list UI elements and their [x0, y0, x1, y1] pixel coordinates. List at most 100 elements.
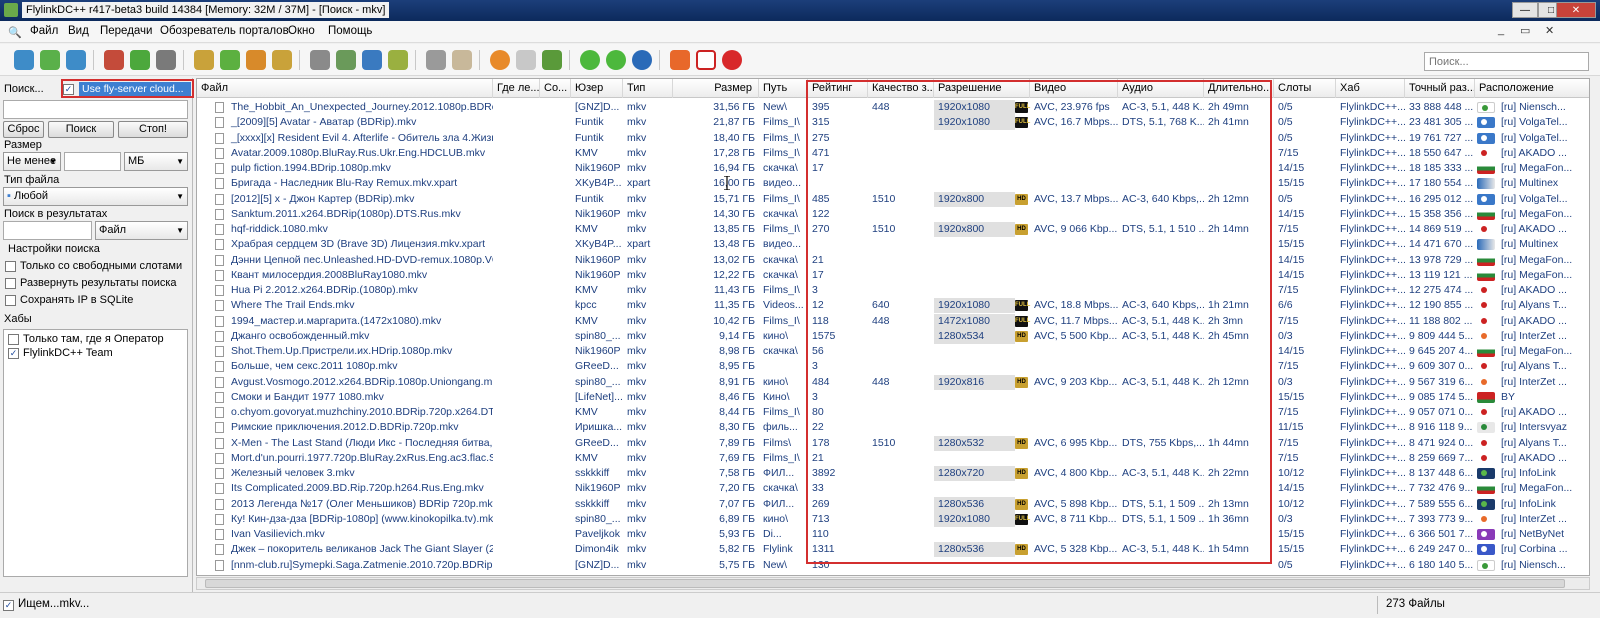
column-header[interactable]: Видео — [1030, 79, 1118, 98]
mdi-close-button[interactable]: ✕ — [1545, 24, 1554, 37]
menu-help[interactable]: Помощь — [328, 25, 372, 37]
status-checkbox[interactable]: ✓ — [3, 600, 14, 611]
table-row[interactable]: Квант милосердия.2008BluRay1080.mkv Nik19… — [197, 268, 1589, 283]
table-row[interactable]: 1994_мастер.и.маргарита.(1472x1080).mkv K… — [197, 313, 1589, 329]
magnet-icon[interactable] — [722, 50, 742, 70]
users-icon[interactable] — [130, 50, 150, 70]
table-row[interactable]: Ivan Vasilievich.mkv Paveljkok mkv 5,93 ГБ D… — [197, 527, 1589, 542]
favorites-icon[interactable] — [104, 50, 124, 70]
media-icon[interactable] — [490, 50, 510, 70]
cloud-option-label[interactable]: Use fly-server cloud... — [79, 82, 191, 96]
table-row[interactable]: Hua Pi 2.2012.x264.BDRip.(1080p).mkv KMV m… — [197, 283, 1589, 298]
operator-only-checkbox[interactable] — [8, 334, 19, 345]
global-search-input[interactable] — [1424, 52, 1589, 71]
mdi-minimize-button[interactable]: _ — [1498, 24, 1504, 36]
upload-queue-icon[interactable] — [272, 50, 292, 70]
stop-button[interactable]: Стоп! — [118, 121, 188, 138]
search-button[interactable]: Поиск — [48, 121, 114, 138]
connect-icon[interactable] — [14, 50, 34, 70]
filetype-select[interactable]: ▪ Любой ▼ — [3, 187, 188, 206]
table-row[interactable]: The_Hobbit_An_Unexpected_Journey.2012.10… — [197, 100, 1589, 115]
hammer-sickle-icon[interactable] — [696, 50, 716, 70]
table-row[interactable]: Avatar.2009.1080p.BluRay.Rus.Ukr.Eng.HDC… — [197, 146, 1589, 161]
menu-transfers[interactable]: Передачи — [100, 25, 152, 37]
horizontal-scrollbar[interactable] — [196, 577, 1590, 590]
cloud-checkbox[interactable]: ✓ — [63, 84, 74, 95]
column-header[interactable]: Длительно... — [1204, 79, 1274, 98]
table-row[interactable]: Where The Trail Ends.mkv kpcc mkv 11,35 ГБ V… — [197, 298, 1589, 314]
menu-window[interactable]: Окно — [288, 25, 315, 37]
table-row[interactable]: hqf-riddick.1080.mkv KMV mkv 13,85 ГБ Films_… — [197, 222, 1589, 237]
user-icon[interactable] — [542, 50, 562, 70]
table-row[interactable]: Avgust.Vosmogo.2012.x264.BDRip.1080p.Uni… — [197, 374, 1589, 390]
table-row[interactable]: [nnm-club.ru]Symepki.Saga.Zatmenie.2010.… — [197, 558, 1589, 573]
size-mode-select[interactable]: Не менее ▼ — [3, 152, 61, 171]
table-row[interactable]: 2013 Легенда №17 (Олег Меньшиков) BDRip … — [197, 496, 1589, 512]
refresh-icon[interactable] — [40, 50, 60, 70]
column-header[interactable]: Где ле... — [493, 79, 540, 98]
column-header[interactable]: Путь — [759, 79, 808, 98]
size-value-input[interactable] — [64, 152, 121, 171]
power-icon[interactable] — [580, 50, 600, 70]
search-query-input[interactable] — [3, 100, 188, 119]
table-row[interactable]: Храбрая сердцем 3D (Brave 3D) Лицензия.m… — [197, 237, 1589, 252]
column-header[interactable]: Тип — [623, 79, 673, 98]
expand-results-checkbox[interactable] — [5, 278, 16, 289]
column-header[interactable]: Хаб — [1336, 79, 1405, 98]
column-header[interactable]: Файл — [197, 79, 493, 98]
table-row[interactable]: Римские приключения.2012.D.BDRip.720p.mk… — [197, 420, 1589, 435]
column-header[interactable]: Расположение — [1475, 79, 1589, 98]
table-row[interactable]: Джек – покоритель великанов Jack The Gia… — [197, 542, 1589, 558]
minimize-button[interactable]: — — [1512, 2, 1538, 18]
table-row[interactable]: Больше, чем секс.2011 1080p.mkv GReeD... m… — [197, 359, 1589, 374]
column-header[interactable]: Разрешение — [934, 79, 1030, 98]
globe-icon[interactable] — [632, 50, 652, 70]
column-header[interactable]: Размер — [673, 79, 759, 98]
reset-button[interactable]: Сброс — [3, 121, 44, 138]
adl-search-icon[interactable] — [336, 50, 356, 70]
table-row[interactable]: pulp fiction.1994.BDrip.1080p.mkv Nik1960… — [197, 161, 1589, 176]
column-header[interactable]: Точный раз... — [1405, 79, 1475, 98]
filter-column-select[interactable]: Файл ▼ — [95, 221, 188, 240]
table-row[interactable]: Дэнни Цепной пес.Unleashed.HD-DVD-remux.… — [197, 253, 1589, 268]
table-row[interactable]: o.chyom.govoryat.muzhchiny.2010.BDRip.72… — [197, 405, 1589, 420]
notepad-icon[interactable] — [426, 50, 446, 70]
column-header[interactable]: Аудио — [1118, 79, 1204, 98]
uploads-icon[interactable] — [246, 50, 266, 70]
hub-team-checkbox[interactable]: ✓ — [8, 348, 19, 359]
close-button[interactable]: ✕ — [1556, 2, 1596, 18]
table-row[interactable]: Железный человек 3.mkv sskkkiff mkv 7,58 ГБ… — [197, 466, 1589, 481]
column-header[interactable]: Слоты — [1274, 79, 1336, 98]
menu-portal-browser[interactable]: Обозреватель порталов — [160, 25, 289, 37]
settings-icon[interactable] — [516, 50, 536, 70]
tth-icon[interactable] — [388, 50, 408, 70]
table-row[interactable]: [2012][5] x - Джон Картер (BDRip).mkv Fun… — [197, 191, 1589, 207]
reconnect-icon[interactable] — [66, 50, 86, 70]
free-slots-checkbox[interactable] — [5, 261, 16, 272]
table-row[interactable]: Mort.d'un.pourri.1977.720p.BluRay.2xRus.… — [197, 451, 1589, 466]
search-toolbar-icon[interactable] — [310, 50, 330, 70]
table-row[interactable]: Its Complicated.2009.BD.Rip.720p.h264.Ru… — [197, 481, 1589, 496]
filter-input[interactable] — [3, 221, 92, 240]
mdi-restore-button[interactable]: ▭ — [1520, 24, 1530, 37]
table-row[interactable]: [nnm-club.ru]Symepki.2008.720p.BDRip.mkv… — [197, 573, 1589, 575]
table-row[interactable]: Sanktum.2011.x264.BDRip(1080p).DTS.Rus.m… — [197, 207, 1589, 222]
table-row[interactable]: X-Men - The Last Stand (Люди Икс - После… — [197, 435, 1589, 451]
table-row[interactable]: Ку! Кин-дза-дза [BDRip-1080p] (www.kinok… — [197, 511, 1589, 527]
search-spy-icon[interactable] — [362, 50, 382, 70]
size-unit-select[interactable]: МБ ▼ — [124, 152, 188, 171]
column-header[interactable]: Юзер — [571, 79, 623, 98]
save-ip-checkbox[interactable] — [5, 295, 16, 306]
menu-view[interactable]: Вид — [68, 25, 89, 37]
column-header[interactable]: Качество з... — [868, 79, 934, 98]
table-row[interactable]: Джанго освобожденный.mkv spin80_... mkv 9,1… — [197, 328, 1589, 344]
table-row[interactable]: Shot.Them.Up.Пристрели.их.HDrip.1080p.mk… — [197, 344, 1589, 359]
menu-file[interactable]: Файл — [30, 25, 58, 37]
table-row[interactable]: Смоки и Бандит 1977 1080.mkv [LifeNet]...… — [197, 390, 1589, 405]
blogger-icon[interactable] — [670, 50, 690, 70]
table-row[interactable]: _[xxxx][x] Resident Evil 4. Afterlife - … — [197, 131, 1589, 146]
column-header[interactable]: Co... — [540, 79, 571, 98]
limiter-icon[interactable] — [606, 50, 626, 70]
table-row[interactable]: _[2009][5] Avatar - Аватар (BDRip).mkv Fu… — [197, 115, 1589, 131]
finished-icon[interactable] — [220, 50, 240, 70]
